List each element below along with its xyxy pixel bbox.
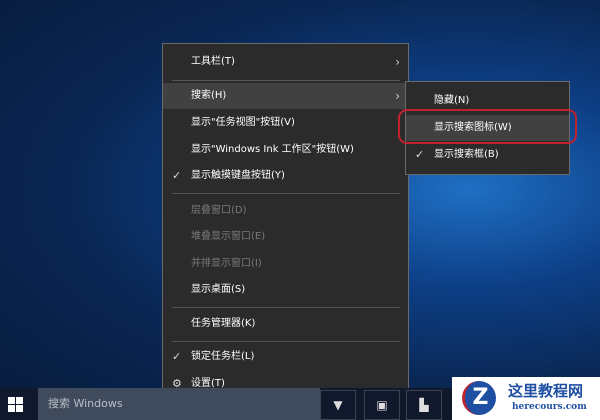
menu-item-label: 任务管理器(K) [191, 318, 256, 329]
menu-item-cascade-windows: 层叠窗口(D) [163, 198, 408, 224]
highlight-annotation [398, 109, 577, 144]
menu-item-touch-keyboard-button[interactable]: ✓ 显示触摸键盘按钮(Y) [163, 163, 408, 189]
chevron-right-icon: › [395, 55, 400, 69]
submenu-item-show-search-box[interactable]: ✓ 显示搜索框(B) [406, 142, 569, 168]
menu-item-toolbars[interactable]: 工具栏(T) › [163, 49, 408, 75]
app-icon[interactable]: ▣ [364, 390, 400, 420]
menu-item-windows-ink-button[interactable]: 显示"Windows Ink 工作区"按钮(W) [163, 137, 408, 163]
menu-separator [172, 307, 400, 308]
watermark-title: 这里教程网 [508, 382, 584, 400]
menu-item-label: 工具栏(T) [191, 56, 235, 67]
menu-item-show-desktop[interactable]: 显示桌面(S) [163, 277, 408, 303]
menu-item-label: 层叠窗口(D) [191, 205, 247, 216]
taskbar-context-menu: 工具栏(T) › 搜索(H) › 显示"任务视图"按钮(V) 显示"Windows … [162, 43, 409, 403]
menu-item-label: 显示触摸键盘按钮(Y) [191, 170, 285, 181]
menu-item-task-view-button[interactable]: 显示"任务视图"按钮(V) [163, 110, 408, 136]
task-view-icon[interactable]: ▼ [320, 390, 356, 420]
menu-item-label: 显示桌面(S) [191, 284, 246, 295]
menu-separator [172, 193, 400, 194]
menu-item-label: 显示"Windows Ink 工作区"按钮(W) [191, 144, 354, 155]
menu-item-search[interactable]: 搜索(H) › [163, 83, 408, 109]
menu-item-label: 并排显示窗口(I) [191, 258, 262, 269]
menu-item-side-by-side: 并排显示窗口(I) [163, 251, 408, 277]
file-explorer-icon[interactable]: ▙ [406, 390, 442, 420]
watermark-url: herecours.com [512, 402, 587, 412]
menu-item-label: 搜索(H) [191, 90, 227, 101]
menu-separator [172, 341, 400, 342]
menu-item-label: 锁定任务栏(L) [191, 351, 255, 362]
logo-icon: Z [462, 381, 496, 415]
menu-item-stack-windows: 堆叠显示窗口(E) [163, 224, 408, 250]
menu-item-label: 堆叠显示窗口(E) [191, 231, 266, 242]
taskbar-search-box[interactable]: 搜索 Windows [38, 388, 320, 420]
chevron-right-icon: › [395, 89, 400, 103]
start-button[interactable] [8, 397, 24, 413]
check-icon: ✓ [172, 169, 182, 182]
check-icon: ✓ [415, 148, 425, 161]
menu-item-label: 显示搜索框(B) [434, 149, 499, 160]
menu-separator [172, 80, 400, 81]
menu-item-label: 显示"任务视图"按钮(V) [191, 117, 295, 128]
menu-item-task-manager[interactable]: 任务管理器(K) [163, 311, 408, 337]
menu-item-label: 隐藏(N) [434, 95, 470, 106]
watermark-logo: Z 这里教程网 herecours.com [452, 377, 600, 420]
menu-item-lock-taskbar[interactable]: ✓ 锁定任务栏(L) [163, 344, 408, 370]
check-icon: ✓ [172, 350, 182, 363]
